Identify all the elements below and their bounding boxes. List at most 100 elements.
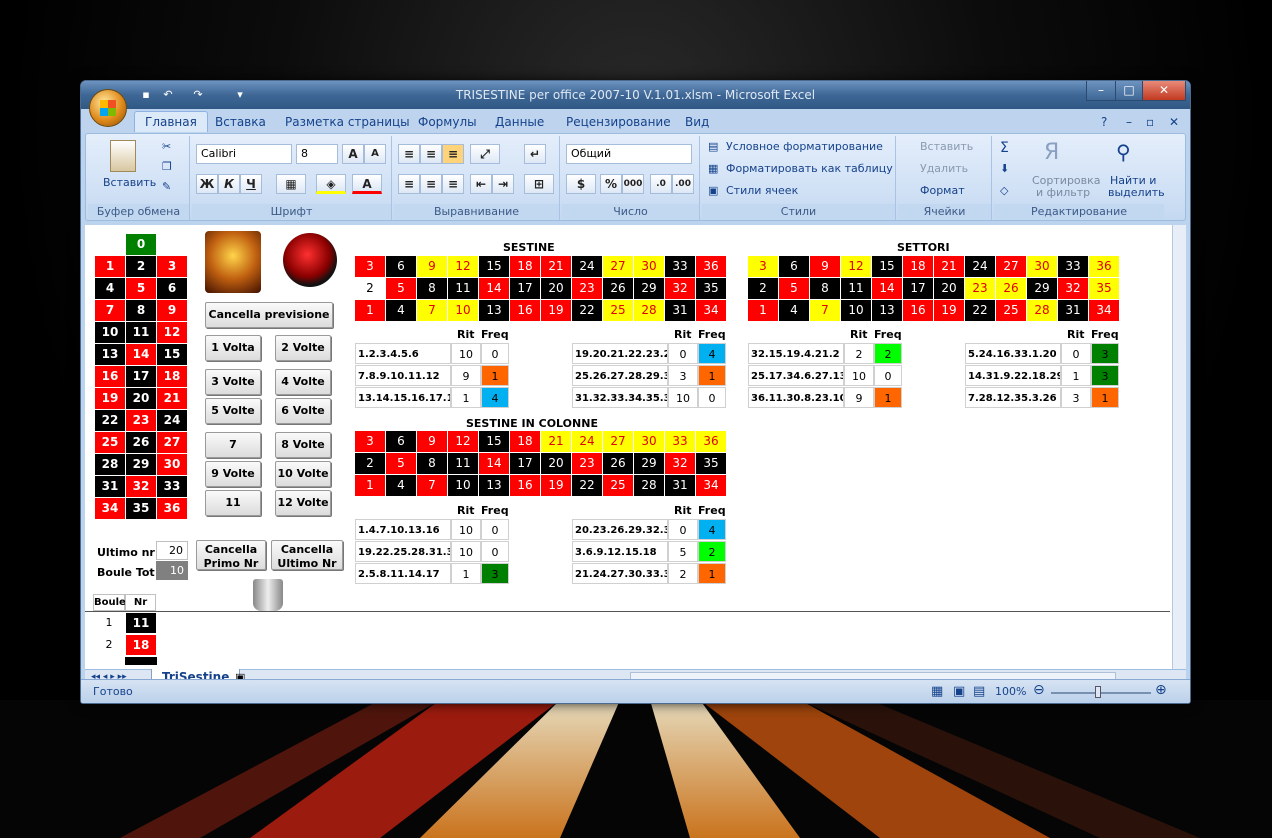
format-painter-icon[interactable]: ✎	[162, 180, 171, 193]
cell-styles-icon[interactable]: ▣	[708, 184, 718, 197]
volte-button[interactable]: 7	[205, 432, 261, 458]
grid-cell: 20	[541, 453, 571, 474]
volte-button[interactable]: 10 Volte	[275, 461, 331, 487]
tab-review[interactable]: Рецензирование	[566, 115, 671, 129]
tab-home[interactable]: Главная	[134, 111, 208, 132]
shrink-font-icon[interactable]: A	[364, 144, 386, 164]
merge-icon[interactable]: ⊞	[524, 174, 554, 194]
grid-cell: 28	[1027, 300, 1057, 321]
volte-button[interactable]: 9 Volte	[205, 461, 261, 487]
zoom-in-icon[interactable]: ⊕	[1155, 682, 1167, 698]
view-normal-icon[interactable]: ▦	[931, 684, 943, 699]
ribbon-close-icon[interactable]: ✕	[1169, 115, 1179, 129]
view-layout-icon[interactable]: ▣	[953, 684, 965, 699]
find-select-icon[interactable]: ⚲	[1116, 140, 1131, 164]
format-table-button[interactable]: Форматировать как таблицу	[726, 162, 893, 175]
italic-icon[interactable]: К	[218, 174, 240, 194]
volte-button[interactable]: 2 Volte	[275, 335, 331, 361]
cancella-previsione-button[interactable]: Cancella previsione	[205, 302, 333, 328]
percent-icon[interactable]: %	[600, 174, 622, 194]
paste-icon[interactable]	[110, 140, 136, 172]
close-button[interactable]: ✕	[1142, 81, 1186, 101]
window-title: TRISESTINE per office 2007-10 V.1.01.xls…	[455, 88, 816, 102]
align-right-icon[interactable]: ≡	[442, 174, 464, 194]
worksheet[interactable]: 0 1 2 3 4 5 6 7 8 9 10 11 12 13 14 15 16 17 18 19 20 21 22 23 2…	[85, 225, 1186, 669]
tab-data[interactable]: Данные	[495, 115, 544, 129]
comma-icon[interactable]: 000	[622, 174, 644, 194]
colonne-title: SESTINE IN COLONNE	[466, 417, 598, 430]
font-name-combo[interactable]: Calibri	[196, 144, 292, 164]
decrease-decimal-icon[interactable]: .00	[672, 174, 694, 194]
currency-icon[interactable]: $	[566, 174, 596, 194]
stat-freq: 3	[1091, 365, 1119, 386]
fill-icon[interactable]: ⬇	[1000, 162, 1009, 175]
insert-cells-button[interactable]: Вставить	[920, 140, 973, 153]
volte-button[interactable]: 12 Volte	[275, 490, 331, 516]
ribbon-restore-icon[interactable]: ▫	[1146, 115, 1154, 129]
font-color-icon[interactable]: A	[352, 174, 382, 194]
group-font: Calibri 8 A A Ж К Ч ▦ ◈ A Шрифт	[192, 136, 392, 220]
cancella-ultimo-button[interactable]: Cancella Ultimo Nr	[271, 540, 343, 570]
borders-icon[interactable]: ▦	[276, 174, 306, 194]
volte-button[interactable]: 8 Volte	[275, 432, 331, 458]
grid-cell: 17	[510, 453, 540, 474]
zoom-slider[interactable]	[1051, 692, 1151, 694]
tab-insert[interactable]: Вставка	[215, 115, 266, 129]
volte-button[interactable]: 5 Volte	[205, 398, 261, 424]
cancella-primo-button[interactable]: Cancella Primo Nr	[196, 540, 266, 570]
grid-cell: 10	[841, 300, 871, 321]
delete-cells-button[interactable]: Удалить	[920, 162, 968, 175]
copy-icon[interactable]: ❐	[162, 160, 172, 173]
format-table-icon[interactable]: ▦	[708, 162, 718, 175]
grid-cell: 15	[872, 256, 902, 277]
format-cells-button[interactable]: Формат	[920, 184, 965, 197]
maximize-button[interactable]: □	[1115, 81, 1143, 101]
office-button[interactable]	[89, 89, 127, 127]
cell-styles-button[interactable]: Стили ячеек	[726, 184, 798, 197]
orientation-icon[interactable]: ⤢	[470, 144, 500, 164]
align-top-icon[interactable]: ≡	[398, 144, 420, 164]
align-bottom-icon[interactable]: ≡	[442, 144, 464, 164]
align-middle-icon[interactable]: ≡	[420, 144, 442, 164]
vertical-scrollbar[interactable]	[1172, 225, 1186, 669]
grow-font-icon[interactable]: A	[342, 144, 364, 164]
minimize-button[interactable]: –	[1086, 81, 1116, 101]
volte-button[interactable]: 3 Volte	[205, 369, 261, 395]
tab-page-layout[interactable]: Разметка страницы	[285, 115, 410, 129]
ribbon-minimize-icon[interactable]: –	[1126, 115, 1132, 129]
cut-icon[interactable]: ✂	[162, 140, 171, 153]
volte-button[interactable]: 1 Volta	[205, 335, 261, 361]
stat-freq: 1	[698, 365, 726, 386]
volte-button[interactable]: 4 Volte	[275, 369, 331, 395]
bold-icon[interactable]: Ж	[196, 174, 218, 194]
tab-formulas[interactable]: Формулы	[418, 115, 477, 129]
paste-button[interactable]: Вставить	[103, 176, 156, 189]
tab-view[interactable]: Вид	[685, 115, 709, 129]
clear-icon[interactable]: ◇	[1000, 184, 1008, 197]
align-left-icon[interactable]: ≡	[398, 174, 420, 194]
sort-filter-icon[interactable]: Я	[1044, 140, 1059, 165]
zoom-out-icon[interactable]: ⊖	[1033, 682, 1045, 698]
autosum-icon[interactable]: Σ	[1000, 140, 1009, 156]
trash-icon[interactable]	[253, 579, 283, 611]
fill-color-icon[interactable]: ◈	[316, 174, 346, 194]
increase-indent-icon[interactable]: ⇥	[492, 174, 514, 194]
volte-button[interactable]: 11	[205, 490, 261, 516]
grid-cell: 9	[417, 431, 447, 452]
decrease-indent-icon[interactable]: ⇤	[470, 174, 492, 194]
align-center-icon[interactable]: ≡	[420, 174, 442, 194]
increase-decimal-icon[interactable]: .0	[650, 174, 672, 194]
conditional-format-icon[interactable]: ▤	[708, 140, 718, 153]
view-pagebreak-icon[interactable]: ▤	[973, 684, 985, 699]
font-size-combo[interactable]: 8	[296, 144, 338, 164]
number-format-combo[interactable]: Общий	[566, 144, 692, 164]
grid-cell: 33	[665, 431, 695, 452]
wrap-text-icon[interactable]: ↵	[524, 144, 546, 164]
volte-button[interactable]: 6 Volte	[275, 398, 331, 424]
help-icon[interactable]: ?	[1101, 115, 1107, 129]
stat-rit: 5	[668, 541, 698, 562]
board-cell: 30	[157, 454, 187, 475]
underline-icon[interactable]: Ч	[240, 174, 262, 194]
conditional-format-button[interactable]: Условное форматирование	[726, 140, 883, 153]
zoom-slider-thumb[interactable]	[1095, 686, 1101, 698]
